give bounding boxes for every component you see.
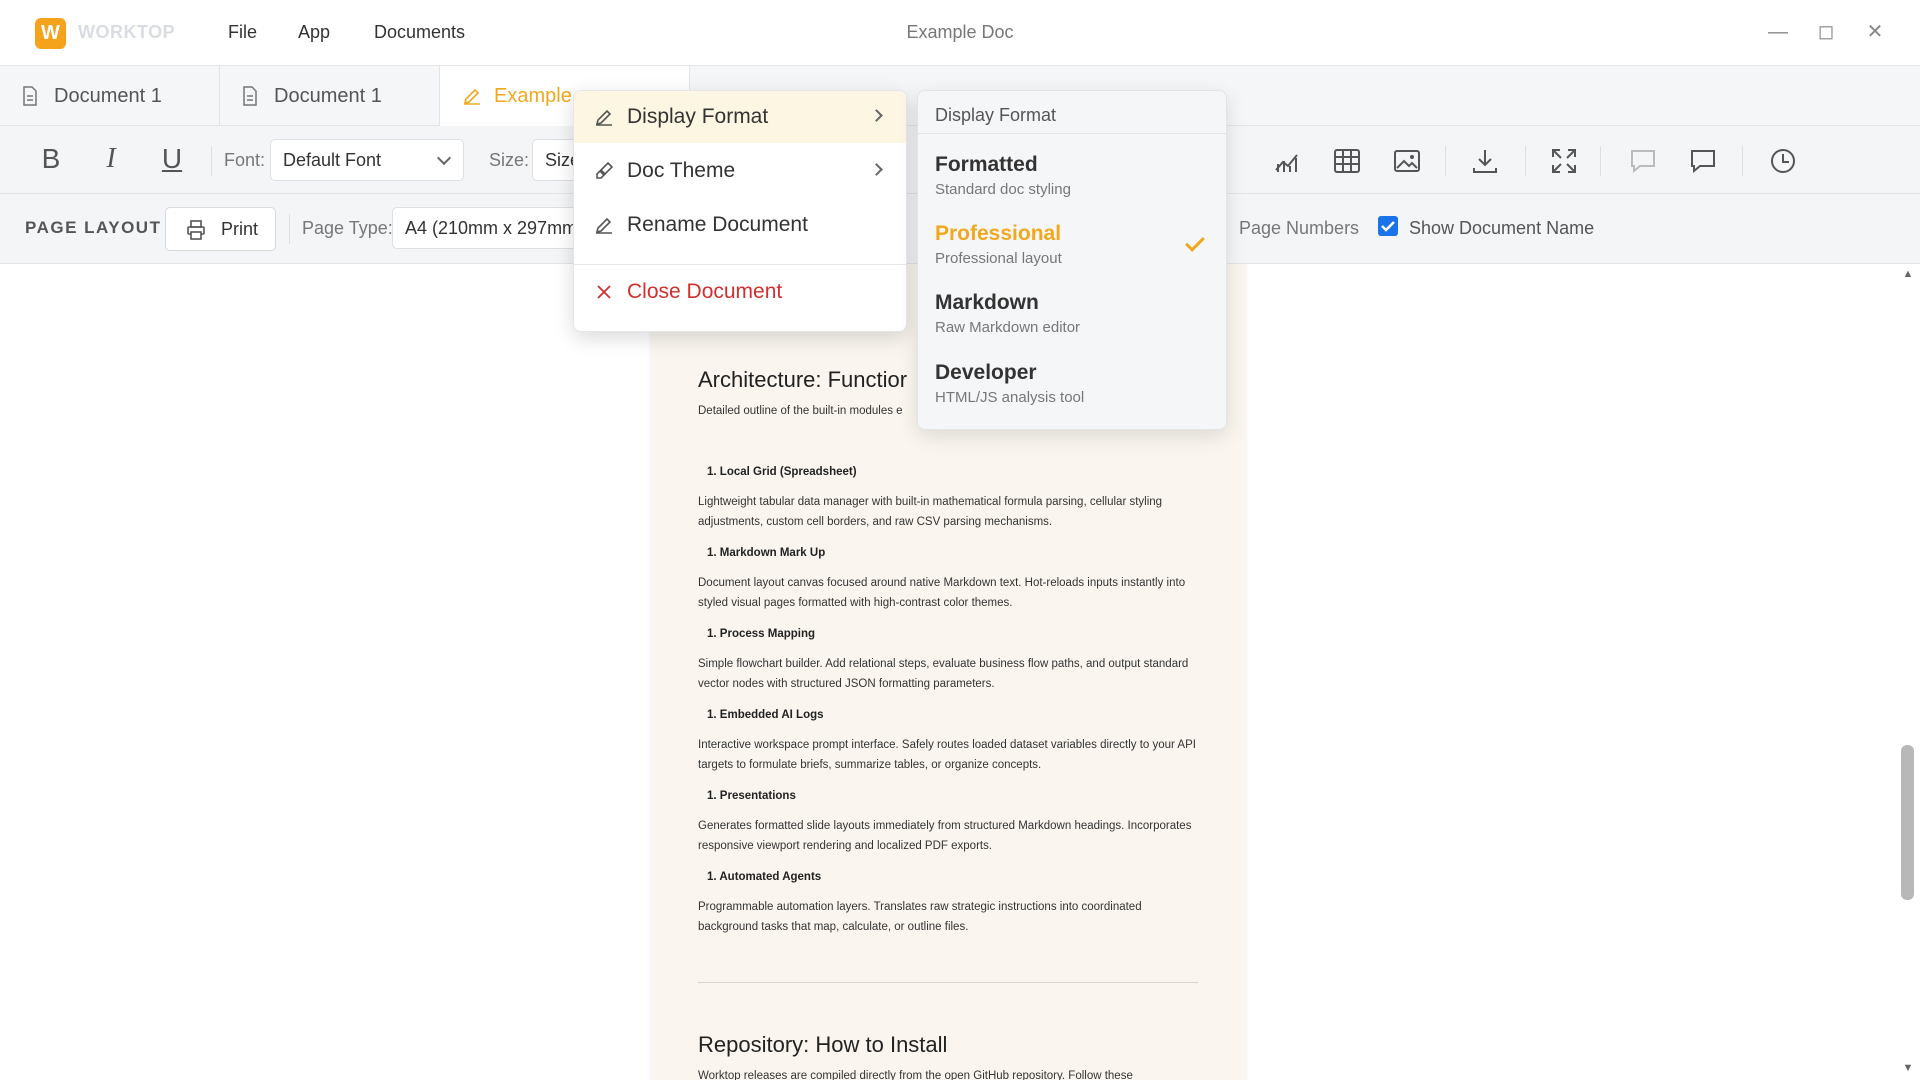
section-heading: Architecture: Functior [698, 367, 908, 392]
submenu-heading: Display Format [935, 105, 1057, 125]
menu-item-doc-theme[interactable]: Doc Theme [574, 145, 906, 197]
show-document-name-checkbox[interactable] [1378, 216, 1398, 236]
table-icon[interactable] [1332, 146, 1362, 176]
brush-icon [596, 161, 614, 179]
document-icon [243, 86, 257, 106]
underline-button[interactable]: U [155, 143, 189, 175]
chart-icon[interactable] [1272, 146, 1302, 176]
window-title: Example Doc [906, 22, 1014, 42]
download-icon[interactable] [1470, 146, 1500, 176]
edit-icon [463, 88, 480, 105]
chevron-down-icon [436, 150, 452, 166]
menu-item-display-format[interactable]: Display Format [574, 91, 906, 143]
list-item-title: 1. Automated Agents [707, 871, 822, 883]
chevron-right-icon [870, 163, 883, 176]
list-item-title: 1. Presentations [707, 790, 796, 802]
list-item-body: Simple flowchart builder. Add relational… [698, 658, 1189, 690]
section-heading: Repository: How to Install [698, 1032, 948, 1057]
list-item-body: Generates formatted slide layouts immedi… [698, 820, 1192, 852]
check-icon [1381, 221, 1395, 232]
edit-icon [595, 109, 612, 126]
menu-item-close-document[interactable]: Close Document [574, 266, 906, 318]
page-type-label: Page Type: [302, 218, 393, 238]
minimize-icon[interactable]: — [1764, 18, 1792, 46]
toolbar-divider [211, 146, 212, 176]
list-item-title: 1. Process Mapping [707, 628, 816, 640]
menu-item-label: Rename Document [627, 213, 808, 236]
menu-item-label: Doc Theme [627, 159, 736, 182]
maximize-icon[interactable]: ◻ [1812, 18, 1840, 46]
option-description: Standard doc styling [935, 181, 1071, 198]
size-label: Size: [489, 150, 530, 170]
list-item-body: Lightweight tabular data manager with bu… [698, 496, 1163, 528]
toolbar-divider [1600, 146, 1601, 176]
tab-document-1-b[interactable]: Document 1 [220, 66, 440, 126]
italic-button[interactable]: I [94, 143, 128, 175]
image-icon[interactable] [1392, 146, 1422, 176]
checkmark-icon [1185, 232, 1205, 252]
scroll-down-icon[interactable]: ▼ [1901, 1062, 1915, 1074]
page-layout-title: PAGE LAYOUT [25, 218, 162, 237]
edit-icon [595, 217, 612, 234]
comments-icon[interactable] [1688, 146, 1718, 176]
layout-divider [289, 214, 290, 244]
list-item-title: 1. Markdown Mark Up [707, 547, 826, 559]
menu-item-label: Close Document [627, 280, 783, 303]
comment-icon[interactable] [1628, 146, 1658, 176]
page-type-select[interactable]: A4 (210mm x 297mm) [392, 207, 582, 249]
toolbar-divider [1742, 146, 1743, 176]
display-format-submenu: Display Format Formatted Standard doc st… [917, 90, 1227, 430]
section-subtitle: Detailed outline of the built-in modules… [698, 405, 903, 417]
close-icon[interactable]: ✕ [1861, 18, 1889, 46]
page-numbers-toggle[interactable]: Page Numbers [1239, 218, 1359, 239]
scrollbar-thumb[interactable] [1901, 745, 1914, 900]
bold-button[interactable]: B [34, 143, 68, 175]
option-description: Raw Markdown editor [935, 319, 1081, 336]
section-subtitle: Worktop releases are compiled directly f… [698, 1070, 1133, 1080]
section-divider [698, 982, 1198, 983]
close-icon [597, 285, 611, 299]
font-label: Font: [224, 150, 266, 170]
option-title: Professional [935, 222, 1062, 245]
document-icon [23, 86, 37, 106]
tab-label: Document 1 [274, 85, 382, 107]
document-context-menu: Display Format Doc Theme Rename Document… [573, 90, 907, 332]
font-value: Default Font [283, 150, 382, 170]
tab-label: Document 1 [54, 85, 162, 107]
list-item-body: Document layout canvas focused around na… [698, 577, 1186, 609]
option-title: Formatted [935, 153, 1038, 176]
tab-document-1[interactable]: Document 1 [0, 66, 220, 126]
list-item-title: 1. Embedded AI Logs [707, 709, 824, 721]
printer-icon [187, 220, 205, 240]
font-select[interactable]: Default Font [270, 139, 464, 181]
toolbar-divider [1525, 146, 1526, 176]
list-item-body: Programmable automation layers. Translat… [698, 901, 1142, 933]
menu-divider [574, 264, 906, 265]
fullscreen-icon[interactable] [1549, 146, 1579, 176]
vertical-scrollbar[interactable] [1900, 264, 1920, 1080]
page-type-value: A4 (210mm x 297mm) [405, 218, 582, 238]
option-description: HTML/JS analysis tool [935, 389, 1085, 406]
list-item-body: Interactive workspace prompt interface. … [698, 739, 1196, 771]
chevron-right-icon [870, 109, 883, 122]
toolbar-divider [1445, 146, 1446, 176]
submenu-divider [918, 133, 1226, 134]
option-title: Markdown [935, 291, 1039, 314]
title-bar: W WORKTOP File App Documents Example Doc… [0, 0, 1920, 66]
option-description: Professional layout [935, 250, 1062, 267]
menu-item-rename-document[interactable]: Rename Document [574, 199, 906, 251]
option-title: Developer [935, 361, 1037, 384]
history-icon[interactable] [1768, 146, 1798, 176]
tab-label: Example [494, 85, 572, 107]
scroll-up-icon[interactable]: ▲ [1901, 268, 1915, 280]
print-label: Print [221, 219, 259, 239]
show-document-name-label: Show Document Name [1409, 218, 1595, 238]
list-item-title: 1. Local Grid (Spreadsheet) [707, 466, 857, 478]
menu-item-label: Display Format [627, 105, 769, 128]
print-button[interactable]: Print [165, 207, 276, 251]
